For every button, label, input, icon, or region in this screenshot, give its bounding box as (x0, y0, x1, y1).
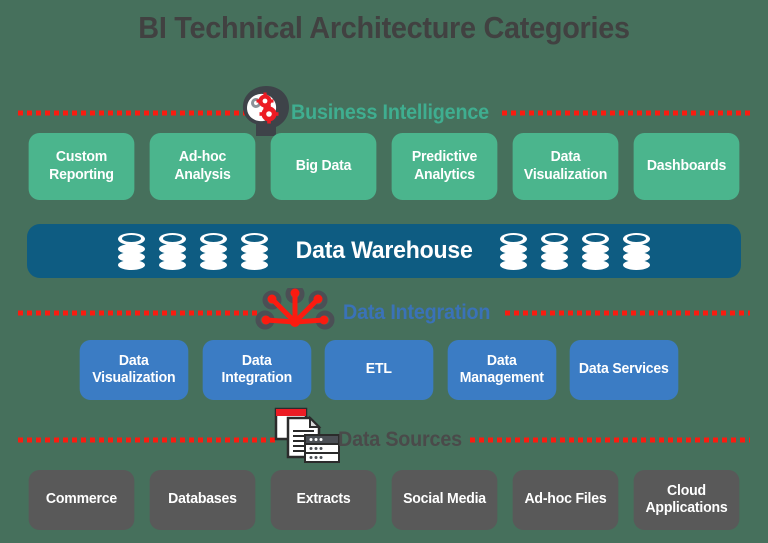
divider-line-left (18, 310, 258, 316)
database-cylinder-icon (500, 232, 528, 270)
page-title: BI Technical Architecture Categories (138, 10, 630, 45)
divider-data-integration: Data Integration (0, 288, 768, 338)
card-databases[interactable]: Databases (149, 470, 256, 530)
database-icons-right (500, 232, 651, 270)
divider-label-data-integration: Data Integration (343, 301, 491, 324)
divider-line-left (18, 437, 278, 443)
card-social-media[interactable]: Social Media (391, 470, 498, 530)
card-dashboards[interactable]: Dashboards (633, 133, 740, 200)
card-data-services[interactable]: Data Services (570, 340, 679, 400)
divider-business-intelligence: Business Intelligence (0, 86, 768, 138)
divider-line-right (470, 437, 750, 443)
database-cylinder-icon (623, 232, 651, 270)
row-data-sources: Commerce Databases Extracts Social Media… (27, 470, 741, 530)
database-cylinder-icon (158, 232, 186, 270)
card-cloud-applications[interactable]: Cloud Applications (633, 470, 740, 530)
card-etl[interactable]: ETL (324, 340, 434, 400)
card-ad-hoc-analysis[interactable]: Ad-hoc Analysis (149, 133, 256, 200)
infographic-canvas: BI Technical Architecture Categories Bus… (0, 0, 768, 543)
card-ad-hoc-files[interactable]: Ad-hoc Files (512, 470, 619, 530)
card-custom-reporting[interactable]: Custom Reporting (28, 133, 135, 200)
data-warehouse-label: Data Warehouse (295, 237, 473, 264)
card-extracts[interactable]: Extracts (270, 470, 377, 530)
integration-node-icon (254, 288, 336, 330)
database-cylinder-icon (199, 232, 227, 270)
card-big-data[interactable]: Big Data (270, 133, 377, 200)
divider-label-data-sources: Data Sources (338, 428, 462, 451)
database-cylinder-icon (240, 232, 268, 270)
database-cylinder-icon (541, 232, 569, 270)
database-cylinder-icon (117, 232, 145, 270)
card-data-visualization[interactable]: Data Visualization (79, 340, 188, 400)
data-warehouse-band: Data Warehouse (27, 224, 741, 278)
card-data-management[interactable]: Data Management (447, 340, 556, 400)
row-data-integration: Data Visualization Data Integration ETL … (78, 340, 680, 400)
divider-line-right (505, 310, 750, 316)
documents-server-icon (272, 407, 342, 463)
card-commerce[interactable]: Commerce (28, 470, 135, 530)
divider-label-business-intelligence: Business Intelligence (291, 101, 489, 124)
divider-data-sources: Data Sources (0, 407, 768, 465)
card-data-visualization[interactable]: Data Visualization (512, 133, 619, 200)
row-business-intelligence: Custom Reporting Ad-hoc Analysis Big Dat… (27, 133, 741, 200)
card-data-integration[interactable]: Data Integration (202, 340, 311, 400)
divider-line-right (502, 110, 750, 116)
card-predictive-analytics[interactable]: Predictive Analytics (391, 133, 498, 200)
database-cylinder-icon (582, 232, 610, 270)
database-icons-left (117, 232, 268, 270)
